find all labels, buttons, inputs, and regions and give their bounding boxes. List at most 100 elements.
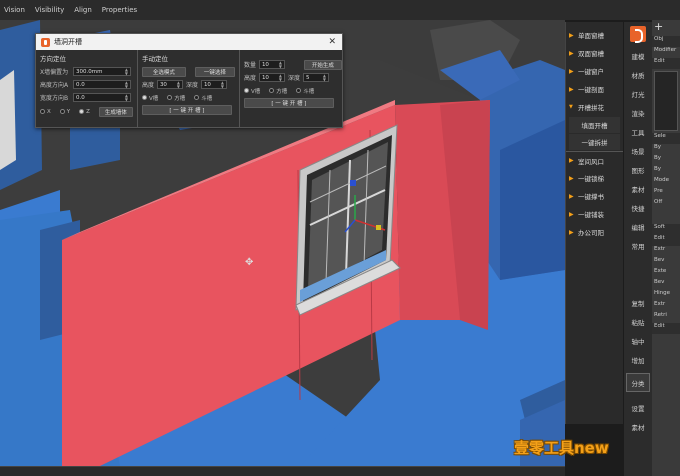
tab-scene[interactable]: 场景 [624, 141, 652, 160]
bevel-button[interactable]: Bev [652, 257, 680, 268]
count-label: 数量 [243, 62, 256, 69]
height-label: 高度 [141, 82, 154, 89]
tab-shortcut[interactable]: 快捷 [624, 198, 652, 217]
arrow-down-icon: ▼ [569, 104, 573, 110]
depth-label: 深度 [287, 75, 300, 82]
extrude-spline-button[interactable]: Extr [652, 301, 680, 312]
tab-lighting[interactable]: 灯光 [624, 84, 652, 103]
by-other-option[interactable]: By [652, 166, 680, 177]
one-click-groove-button[interactable]: [ 一 键 开 槽 ] [141, 105, 232, 115]
cmd-one-click-pave[interactable]: ▶ 一键铺装 [566, 205, 623, 223]
v-groove-radio[interactable]: V槽 [141, 94, 158, 102]
height-label: 高度 [243, 75, 256, 82]
menu-properties[interactable]: Properties [100, 4, 139, 16]
height-input[interactable]: 30 ▲ ▼ [156, 80, 183, 89]
tab-shape[interactable]: 图形 [624, 160, 652, 179]
edit-geometry-rollout[interactable]: Edit [652, 323, 680, 334]
cmd-groove-pattern[interactable]: ▼ 开槽拼花 [566, 98, 623, 116]
generate-wall-button[interactable]: 生成墙体 [98, 106, 133, 117]
tab-add[interactable]: 增加 [624, 350, 652, 369]
wall-groove-dialog: 墙洞开槽 ✕ 方向定位 X墙偏置为 300.0mm ▲ ▼ 高度方向A 0.0 ▲ ▼ … [35, 33, 343, 128]
modifier-stack[interactable] [654, 71, 678, 131]
by-vertex-option[interactable]: By [652, 144, 680, 155]
spinner-arrows-icon[interactable]: ▲ ▼ [125, 67, 128, 76]
preview-off-option[interactable]: Off [652, 199, 680, 210]
tab-axis-center[interactable]: 轴中 [624, 331, 652, 350]
tab-material[interactable]: 材质 [624, 65, 652, 84]
bucket-groove-radio[interactable]: 斗槽 [194, 94, 212, 102]
arrow-right-icon: ▶ [569, 174, 574, 182]
modifier-list[interactable]: Modifier [652, 47, 680, 58]
tab-paste[interactable]: 粘贴 [624, 312, 652, 331]
spinner-arrows-icon[interactable]: ▲ ▼ [125, 93, 128, 102]
cmd-air-vent[interactable]: ▶ 室间风口 [566, 151, 623, 169]
tab-modeling[interactable]: 建模 [624, 46, 652, 65]
width-dir-input[interactable]: 0.0 ▲ ▼ [73, 93, 131, 102]
cmd-one-click-window[interactable]: ▶ 一键窗户 [566, 62, 623, 80]
one-click-select-button[interactable]: 一键选择 [194, 66, 235, 77]
radio-dot-icon [79, 109, 85, 114]
spinner-arrows-icon[interactable]: ▲ ▼ [279, 60, 282, 69]
height-input[interactable]: 10 ▲ ▼ [258, 73, 285, 82]
cmd-office[interactable]: ▶ 办公司阳 [566, 223, 623, 241]
tab-render[interactable]: 渲染 [624, 103, 652, 122]
direction-position-panel: 方向定位 X墙偏置为 300.0mm ▲ ▼ 高度方向A 0.0 ▲ ▼ 宽度方向B 0… [36, 50, 138, 128]
edit-polygons-rollout[interactable]: Edit [652, 235, 680, 246]
hinge-button[interactable]: Hinge [652, 290, 680, 301]
tab-assets[interactable]: 素材 [624, 179, 652, 198]
cmd-fill-groove[interactable]: 填面开槽 [569, 117, 620, 133]
bevel2-button[interactable]: Bev [652, 279, 680, 290]
command-panel: ▶ 单面窗槽 ▶ 双面窗槽 ▶ 一键窗户 ▶ 一键剖面 ▼ 开槽拼花 填面开槽 一键拆拼 … [565, 22, 623, 424]
cmd-single-window[interactable]: ▶ 单面窗槽 [566, 26, 623, 44]
one-click-groove-button[interactable]: [ 一 键 开 槽 ] [243, 98, 334, 108]
dialog-titlebar[interactable]: 墙洞开槽 ✕ [36, 34, 342, 50]
direction-position-title: 方向定位 [40, 55, 66, 63]
count-input[interactable]: 10 ▲ ▼ [258, 60, 285, 69]
depth-input[interactable]: 10 ▲ ▼ [200, 80, 227, 89]
cmd-double-window[interactable]: ▶ 双面窗槽 [566, 44, 623, 62]
spinner-arrows-icon[interactable]: ▲ ▼ [279, 73, 282, 82]
select-all-mode-button[interactable]: 全选模式 [141, 66, 186, 77]
arrow-right-icon: ▶ [569, 67, 574, 75]
height-dir-input[interactable]: 0.0 ▲ ▼ [73, 80, 131, 89]
tab-edit[interactable]: 编辑 [624, 217, 652, 236]
plus-icon[interactable]: + [652, 20, 680, 36]
cmd-one-click-book[interactable]: ▶ 一键撑书 [566, 187, 623, 205]
object-name-field[interactable]: Obj [652, 36, 680, 47]
square-groove-radio[interactable]: 方槽 [167, 94, 185, 102]
v-groove-radio[interactable]: V槽 [243, 87, 260, 95]
menu-vision[interactable]: Vision [2, 4, 27, 16]
bucket-groove-radio[interactable]: 斗槽 [296, 87, 314, 95]
menu-visibility[interactable]: Visibility [33, 4, 66, 16]
cmd-one-click-section[interactable]: ▶ 一键剖面 [566, 80, 623, 98]
spinner-arrows-icon[interactable]: ▲ ▼ [323, 73, 326, 82]
square-groove-radio[interactable]: 方槽 [269, 87, 287, 95]
tab-settings[interactable]: 设置 [624, 398, 652, 417]
tab-tools[interactable]: 工具 [624, 122, 652, 141]
axis-z-radio[interactable]: Z [79, 109, 90, 115]
tab-copy[interactable]: 复制 [624, 293, 652, 312]
tab-materials[interactable]: 素材 [624, 417, 652, 436]
cmd-one-click-stairs[interactable]: ▶ 一键锁梯 [566, 169, 623, 187]
retriangulate-button[interactable]: Retri [652, 312, 680, 323]
extrude-button[interactable]: Extr [652, 246, 680, 257]
start-generate-button[interactable]: 开始生成 [303, 59, 342, 70]
tab-common[interactable]: 常用 [624, 236, 652, 255]
offset-input[interactable]: 300.0mm ▲ ▼ [73, 67, 131, 76]
spinner-arrows-icon[interactable]: ▲ ▼ [221, 80, 224, 89]
cmd-one-click-split[interactable]: 一键拆拼 [569, 134, 620, 150]
soft-selection-rollout[interactable]: Soft [652, 224, 680, 235]
menu-align[interactable]: Align [72, 4, 94, 16]
selection-rollout[interactable]: Sele [652, 133, 680, 144]
tab-category[interactable]: 分类 [626, 373, 650, 392]
depth-input[interactable]: 5 ▲ ▼ [302, 73, 329, 82]
spinner-arrows-icon[interactable]: ▲ ▼ [125, 80, 128, 89]
axis-x-radio[interactable]: X [40, 109, 51, 115]
close-icon[interactable]: ✕ [328, 37, 336, 47]
extend-button[interactable]: Exte [652, 268, 680, 279]
plugin-logo-icon[interactable] [624, 22, 652, 46]
spinner-arrows-icon[interactable]: ▲ ▼ [177, 80, 180, 89]
edit-poly-entry[interactable]: Edit [652, 58, 680, 69]
by-angle-option[interactable]: By [652, 155, 680, 166]
axis-y-radio[interactable]: Y [59, 109, 70, 115]
